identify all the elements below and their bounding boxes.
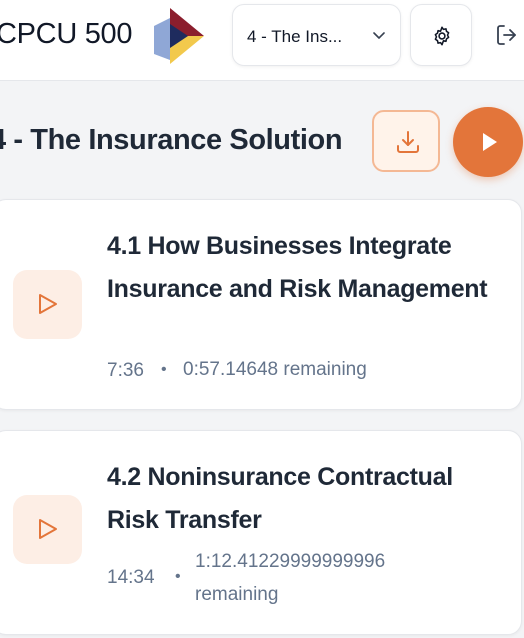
lesson-card[interactable]: 4.1 How Businesses Integrate Insurance a…: [0, 199, 522, 410]
course-select-value: 4 - The Ins...: [247, 27, 343, 46]
play-icon: [483, 133, 497, 151]
lesson-card[interactable]: 4.2 Noninsurance Contractual Risk Transf…: [0, 430, 522, 635]
lesson-remaining: 0:57.14648 remaining: [183, 359, 367, 380]
lesson-play-button[interactable]: [13, 495, 82, 564]
download-icon: [397, 131, 419, 153]
play-outline-icon: [39, 519, 57, 539]
lesson-meta: 14:34 • 1:12.41229999999996 remaining: [107, 545, 467, 607]
download-button[interactable]: [372, 110, 440, 172]
lesson-remaining: 1:12.41229999999996 remaining: [195, 551, 386, 605]
lesson-title: 4.2 Noninsurance Contractual Risk Transf…: [107, 463, 453, 534]
top-bar: CPCU 500 4 - The Ins...: [0, 0, 524, 81]
gear-icon: [434, 26, 450, 46]
play-all-button[interactable]: [453, 107, 523, 177]
course-logo: [154, 8, 204, 64]
lesson-duration: 14:34: [107, 567, 155, 588]
play-outline-icon: [39, 294, 57, 314]
lesson-play-button[interactable]: [13, 270, 82, 339]
settings-button[interactable]: [410, 4, 472, 66]
app-title: CPCU 500: [0, 18, 133, 50]
lesson-title: 4.1 How Businesses Integrate Insurance a…: [107, 232, 488, 303]
section-title: 4 - The Insurance Solution: [0, 124, 343, 156]
course-page: CPCU 500 4 - The Ins... 4 - The Insuranc: [0, 0, 524, 638]
meta-separator: •: [161, 361, 167, 378]
lesson-duration: 7:36: [107, 360, 144, 381]
logout-icon[interactable]: [494, 22, 520, 48]
course-select[interactable]: 4 - The Ins...: [232, 4, 401, 66]
chevron-down-icon: [373, 32, 385, 39]
meta-separator: •: [175, 568, 181, 585]
